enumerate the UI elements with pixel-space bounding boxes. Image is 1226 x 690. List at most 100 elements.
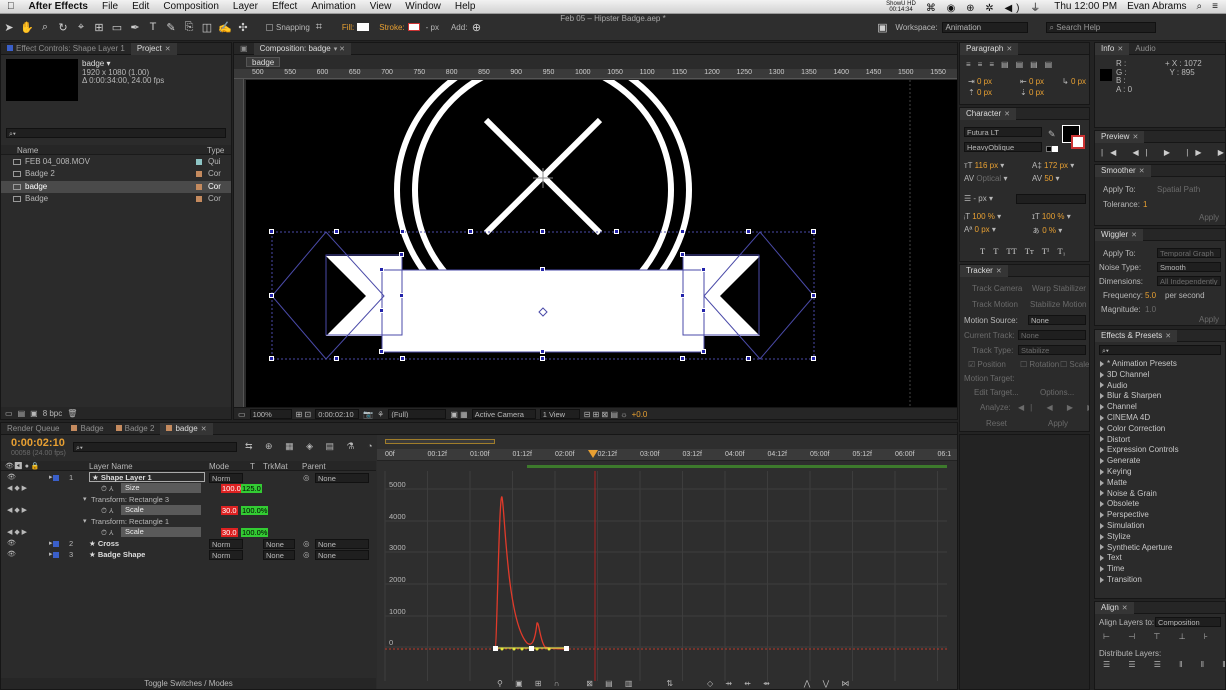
- transform-handle[interactable]: [269, 229, 274, 234]
- tab-badge-comp[interactable]: badge ✕: [160, 423, 213, 435]
- preview-controls[interactable]: |◀ ◀| ▶ |▶ ▶| ◀) ⟲ ▭: [1101, 148, 1225, 157]
- property-value-y[interactable]: 100.0%: [241, 528, 269, 537]
- frequency-value[interactable]: 5.0: [1145, 291, 1156, 300]
- tab-character[interactable]: Character ✕: [960, 108, 1016, 120]
- disclosure-triangle-icon[interactable]: [1100, 425, 1104, 432]
- pan-behind-tool-icon[interactable]: ⊞: [92, 20, 106, 34]
- layer-name[interactable]: ★ Shape Layer 1: [89, 472, 205, 482]
- tab-paragraph[interactable]: Paragraph ✕: [960, 43, 1019, 55]
- kerning[interactable]: AV Optical ▾: [964, 174, 1007, 183]
- work-area-bar[interactable]: [385, 439, 495, 444]
- effects-category[interactable]: Perspective: [1100, 510, 1218, 521]
- disclosure-triangle-icon[interactable]: [1100, 360, 1104, 367]
- value-graph[interactable]: 5000 4000 3000 2000 1000 0: [377, 471, 957, 681]
- vertical-scale[interactable]: ᵢT 100 % ▾: [964, 212, 1001, 221]
- track-camera-button[interactable]: Track Camera: [972, 284, 1022, 293]
- disclosure-triangle-icon[interactable]: [1100, 436, 1104, 443]
- disclosure-triangle-icon[interactable]: [1100, 501, 1104, 508]
- transform-handle[interactable]: [399, 252, 404, 257]
- options-button[interactable]: Options...: [1040, 388, 1074, 397]
- transform-handle[interactable]: [680, 293, 685, 298]
- menu-animation[interactable]: Animation: [304, 1, 362, 12]
- transform-handle[interactable]: [379, 349, 384, 354]
- pickwhip-icon[interactable]: ◎: [303, 549, 310, 560]
- disclosure-triangle-icon[interactable]: [1100, 490, 1104, 497]
- align-buttons[interactable]: ⊢ ⊣ ⊤ ⊥ ⊦ ⊧: [1103, 632, 1225, 641]
- col-layer-name[interactable]: Layer Name: [89, 462, 133, 471]
- transform-handle[interactable]: [680, 252, 685, 257]
- motion-source-dropdown[interactable]: None: [1028, 315, 1086, 325]
- comp-viewer[interactable]: [246, 80, 957, 407]
- expand-arrow-icon[interactable]: ▸: [49, 538, 53, 549]
- toggle-icons[interactable]: ⊟ ⊞ ⊠ ▤ ☼: [584, 410, 628, 419]
- horizontal-scale[interactable]: ɪT 100 % ▾: [1032, 212, 1071, 221]
- current-time-field[interactable]: 0:00:02:10: [315, 409, 360, 419]
- indent-left[interactable]: ⇥ 0 px: [968, 77, 992, 86]
- puppet-tool-icon[interactable]: ✣: [236, 20, 250, 34]
- effects-category[interactable]: Keying: [1100, 467, 1218, 478]
- col-mode[interactable]: Mode: [209, 462, 229, 471]
- magnitude-value[interactable]: 1.0: [1145, 305, 1156, 314]
- view-layout-dropdown[interactable]: 1 View: [539, 409, 580, 419]
- tab-render-queue[interactable]: Render Queue: [1, 424, 65, 433]
- status-icons[interactable]: ⌘ ◉ ⊕ ✲ ◀) ⏚: [926, 0, 1044, 14]
- layer-label-color[interactable]: [53, 552, 59, 558]
- effects-category[interactable]: Color Correction: [1100, 424, 1218, 435]
- property-value-y[interactable]: 100.0%: [241, 506, 269, 515]
- property-row[interactable]: ◀ ◆ ▶ ⏱ ⅄ Size 100.0 125.0: [1, 483, 375, 494]
- effects-category[interactable]: Stylize: [1100, 532, 1218, 543]
- blend-mode-dropdown[interactable]: Norm: [209, 473, 243, 483]
- trkmat-dropdown[interactable]: None: [263, 550, 295, 560]
- new-comp-icon[interactable]: ▣: [30, 409, 38, 418]
- col-type[interactable]: Type: [207, 146, 224, 155]
- eyedropper-icon[interactable]: ✎: [1048, 129, 1056, 140]
- effects-category[interactable]: Synthetic Aperture: [1100, 543, 1218, 554]
- disclosure-triangle-icon[interactable]: [1100, 576, 1104, 583]
- disclosure-triangle-icon[interactable]: [1100, 393, 1104, 400]
- layer-name[interactable]: ★ Cross: [89, 538, 119, 549]
- transform-handle[interactable]: [746, 356, 751, 361]
- transform-handle[interactable]: [811, 293, 816, 298]
- stroke-color-swatch[interactable]: [1071, 135, 1085, 149]
- playhead-marker[interactable]: [588, 450, 598, 458]
- disclosure-triangle-icon[interactable]: [1100, 479, 1104, 486]
- transform-handle[interactable]: [269, 293, 274, 298]
- font-family-dropdown[interactable]: Futura LT: [964, 127, 1042, 137]
- font-size[interactable]: ᴛT 116 px ▾: [964, 161, 1004, 170]
- faux-bold-button[interactable]: T: [980, 246, 985, 256]
- tab-tracker[interactable]: Tracker ✕: [960, 265, 1008, 277]
- tab-align[interactable]: Align ✕: [1095, 602, 1134, 614]
- col-trkmat[interactable]: TrkMat: [263, 462, 288, 471]
- disclosure-triangle-icon[interactable]: [1100, 544, 1104, 551]
- expand-arrow-icon[interactable]: ▸: [49, 549, 53, 560]
- dimensions-dropdown[interactable]: All Independently: [1157, 276, 1221, 286]
- user-name[interactable]: Evan Abrams: [1127, 1, 1186, 12]
- disclosure-triangle-icon[interactable]: [1100, 566, 1104, 573]
- warp-stabilizer-button[interactable]: Warp Stabilizer: [1032, 284, 1086, 293]
- col-name[interactable]: Name: [17, 146, 38, 155]
- trkmat-dropdown[interactable]: None: [263, 539, 295, 549]
- property-value-y[interactable]: 125.0: [241, 484, 262, 493]
- stopwatch-icon[interactable]: ⏱ ⅄: [101, 483, 114, 494]
- effects-category[interactable]: CINEMA 4D: [1100, 413, 1218, 424]
- menu-file[interactable]: File: [95, 1, 125, 12]
- stabilize-motion-button[interactable]: Stabilize Motion: [1030, 300, 1086, 309]
- current-track-dropdown[interactable]: None: [1018, 330, 1086, 340]
- keyframe-nav-icon[interactable]: ◀ ◆ ▶: [7, 527, 27, 538]
- indent-first[interactable]: ↳ 0 px: [1062, 77, 1086, 86]
- all-caps-button[interactable]: TT: [1006, 246, 1016, 256]
- blend-mode-dropdown[interactable]: Norm: [209, 550, 243, 560]
- leading[interactable]: A‡ 172 px ▾: [1032, 161, 1074, 170]
- text-style-buttons[interactable]: T T TT Tт T¹ T₁: [980, 246, 1066, 256]
- menu-help[interactable]: Help: [448, 1, 483, 12]
- property-row[interactable]: ▾ Transform: Rectangle 1: [1, 516, 375, 527]
- faux-italic-button[interactable]: T: [993, 246, 998, 256]
- wiggler-apply-to-dropdown[interactable]: Temporal Graph: [1157, 248, 1221, 258]
- edit-target-button[interactable]: Edit Target...: [974, 388, 1019, 397]
- project-item[interactable]: badge Cor: [1, 180, 231, 193]
- layer-name[interactable]: ★ Badge Shape: [89, 549, 145, 560]
- menu-view[interactable]: View: [363, 1, 399, 12]
- disclosure-triangle-icon[interactable]: [1100, 468, 1104, 475]
- disclosure-triangle-icon[interactable]: [1100, 371, 1104, 378]
- tab-effect-controls[interactable]: Effect Controls: Shape Layer 1: [1, 44, 131, 53]
